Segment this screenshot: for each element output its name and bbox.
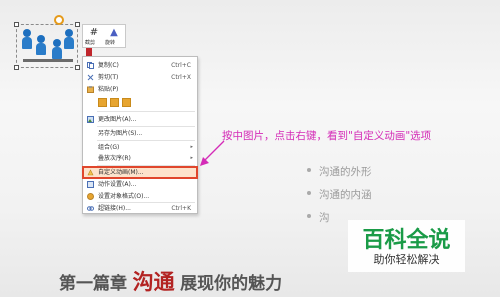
menu-item-order[interactable]: 叠放次序(R) ▸ [83, 153, 197, 164]
menu-item-label: 剪切(T) [98, 74, 119, 81]
crop-icon: # [89, 27, 99, 38]
menu-item-action-settings[interactable]: 动作设置(A)... [83, 179, 197, 190]
animation-icon [87, 169, 94, 176]
resize-handle-tr[interactable] [75, 22, 80, 27]
menu-item-label: 设置对象格式(O)... [98, 193, 150, 200]
copy-icon [87, 62, 94, 69]
menu-item-label: 更改图片(A)... [98, 116, 137, 123]
menu-item-copy[interactable]: 复制(C) Ctrl+C [83, 60, 197, 71]
menu-item-group[interactable]: 组合(G) ▸ [83, 142, 197, 153]
annotation-text: 按中图片，点击右键，看到"自定义动画"选项 [222, 130, 432, 142]
menu-item-label: 复制(C) [98, 62, 119, 69]
menu-item-shortcut: Ctrl+K [171, 205, 191, 212]
bullet-text: 沟通的内涵 [319, 189, 372, 201]
menu-item-custom-animation[interactable]: 自定义动画(M)... [82, 166, 198, 179]
watermark: 百科全说 助你轻松解决 [348, 220, 465, 272]
rotate-button[interactable]: ▲ 旋转 [105, 27, 123, 47]
rotate-icon: ▲ [110, 27, 118, 38]
resize-handle-br[interactable] [75, 65, 80, 70]
submenu-arrow-icon: ▸ [190, 155, 193, 161]
desk [23, 59, 73, 62]
heading-part-2: 沟通 [132, 269, 175, 294]
menu-separator [97, 111, 195, 112]
crop-label: 截剪 [85, 40, 96, 46]
bullet-text: 沟通的外形 [319, 166, 372, 178]
menu-item-format-object[interactable]: 设置对象格式(O)... [83, 191, 197, 202]
menu-item-shortcut: Ctrl+C [171, 62, 191, 69]
bullet-text: 沟 [319, 212, 330, 224]
bullet-dot [307, 214, 311, 218]
paste-picture-icon[interactable] [110, 98, 119, 107]
bullet-dot [307, 168, 311, 172]
menu-item-paste[interactable]: 粘贴(P) [83, 84, 197, 95]
mini-toolbar: # 截剪 ▲ 旋转 [82, 24, 126, 48]
menu-item-label: 叠放次序(R) [98, 155, 131, 162]
scissors-icon [87, 74, 94, 81]
link-icon [87, 206, 94, 211]
menu-item-label: 自定义动画(M)... [98, 169, 144, 176]
action-icon [87, 181, 94, 188]
watermark-subtitle: 助你轻松解决 [373, 253, 440, 266]
bullet-item: 沟 [307, 210, 330, 225]
menu-header-marker [86, 48, 92, 56]
bullet-item: 沟通的外形 [307, 164, 372, 179]
menu-item-cut[interactable]: 剪切(T) Ctrl+X [83, 72, 197, 83]
heading-part-1: 第一篇章 [59, 274, 127, 294]
menu-item-label: 动作设置(A)... [98, 181, 137, 188]
paste-icon [87, 86, 94, 93]
context-menu: 复制(C) Ctrl+C 剪切(T) Ctrl+X 粘贴(P) 更改图片(A).… [82, 56, 198, 214]
format-icon [87, 193, 94, 200]
paste-keep-format-icon[interactable] [98, 98, 107, 107]
submenu-arrow-icon: ▸ [190, 144, 193, 150]
menu-item-shortcut: Ctrl+X [171, 74, 191, 81]
menu-item-label: 超链接(H)... [98, 205, 131, 212]
menu-item-change-picture[interactable]: 更改图片(A)... [83, 114, 197, 125]
rotate-handle[interactable] [54, 15, 64, 25]
menu-item-hyperlink[interactable]: 超链接(H)... Ctrl+K [83, 203, 197, 214]
menu-item-label: 另存为图片(S)... [98, 130, 143, 137]
selected-picture[interactable] [14, 22, 80, 70]
watermark-title: 百科全说 [362, 228, 451, 253]
picture-icon [87, 116, 94, 123]
paste-text-icon[interactable] [122, 98, 131, 107]
menu-separator [97, 126, 195, 127]
slide-heading: 第一篇章 沟通 展现你的魅力 [59, 266, 282, 296]
resize-handle-tl[interactable] [14, 22, 19, 27]
menu-separator [97, 165, 195, 166]
rotate-label: 旋转 [105, 40, 116, 46]
crop-button[interactable]: # 截剪 [85, 27, 103, 47]
heading-part-3: 展现你的魅力 [180, 274, 283, 294]
bullet-item: 沟通的内涵 [307, 187, 372, 202]
menu-item-save-as-picture[interactable]: 另存为图片(S)... [83, 128, 197, 139]
menu-item-label: 组合(G) [98, 144, 120, 151]
menu-item-label: 粘贴(P) [98, 86, 119, 93]
resize-handle-bl[interactable] [14, 65, 19, 70]
slide-canvas: # 截剪 ▲ 旋转 复制(C) Ctrl+C 剪切(T) Ctrl+X 粘贴(P… [0, 0, 500, 297]
menu-separator [97, 140, 195, 141]
bullet-dot [307, 191, 311, 195]
